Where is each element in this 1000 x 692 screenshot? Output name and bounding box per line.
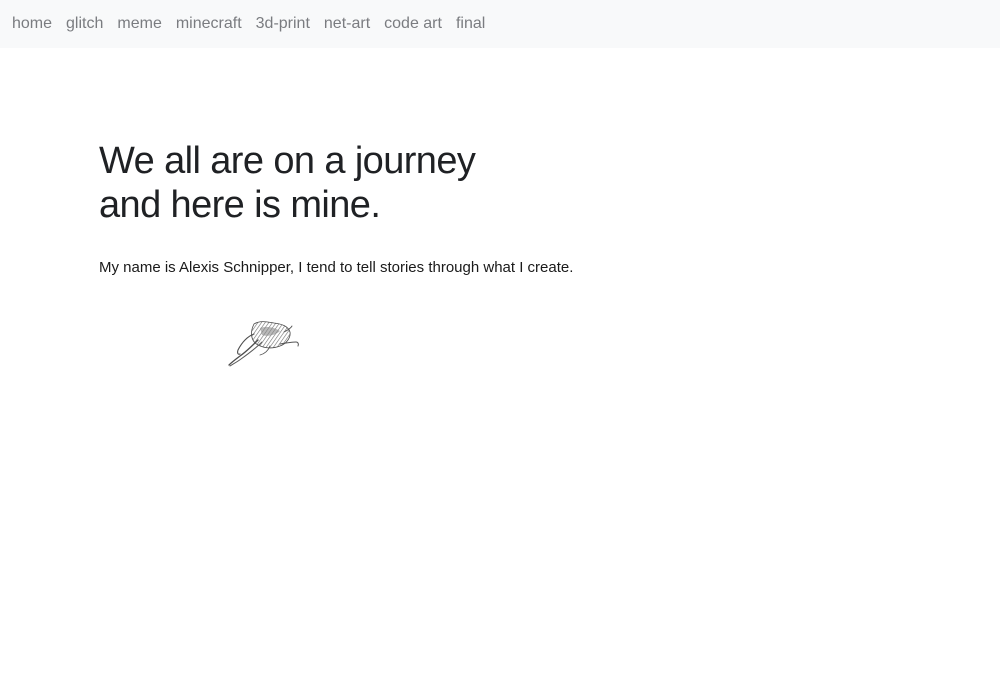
hero-section: We all are on a journey and here is mine…	[99, 139, 719, 227]
intro-text: My name is Alexis Schnipper, I tend to t…	[99, 259, 574, 276]
pencil-sketch-figure-icon	[224, 318, 304, 370]
nav-link-home[interactable]: home	[5, 0, 59, 48]
nav-link-final[interactable]: final	[449, 0, 492, 48]
nav-link-3d-print[interactable]: 3d-print	[249, 0, 317, 48]
top-navbar: home glitch meme minecraft 3d-print net-…	[0, 0, 1000, 48]
nav-link-code-art[interactable]: code art	[377, 0, 449, 48]
nav-link-net-art[interactable]: net-art	[317, 0, 377, 48]
nav-link-meme[interactable]: meme	[110, 0, 168, 48]
nav-link-minecraft[interactable]: minecraft	[169, 0, 249, 48]
hero-title: We all are on a journey and here is mine…	[99, 139, 719, 227]
hero-title-line-2: and here is mine.	[99, 184, 381, 226]
nav-link-glitch[interactable]: glitch	[59, 0, 110, 48]
hero-title-line-1: We all are on a journey	[99, 140, 476, 182]
